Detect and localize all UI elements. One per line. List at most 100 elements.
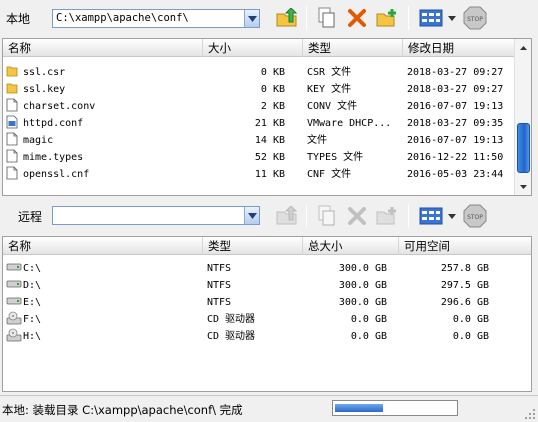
new-folder-icon: [376, 9, 396, 27]
file-name: charset.conv: [23, 101, 96, 112]
drive-free-space: 297.5 GB: [440, 280, 489, 291]
file-modified: 2016-07-07 19:13: [407, 135, 504, 146]
file-name: ssl.key: [23, 84, 66, 95]
file-name: httpd.conf: [23, 118, 84, 129]
column-header-size[interactable]: 大小: [203, 39, 303, 57]
file-size: 21 KB: [254, 118, 285, 129]
table-row[interactable]: openssl.cnf 11 KB CNF 文件 2016-05-03 23:44: [3, 166, 531, 183]
delete-x-icon: [348, 9, 366, 27]
remote-view-dropdown-arrow[interactable]: [446, 204, 458, 228]
remote-view-mode-button[interactable]: [418, 204, 444, 228]
status-text: 本地: 装载目录 C:\xampp\apache\conf\ 完成: [2, 403, 243, 417]
drive-type: CD 驱动器: [207, 314, 256, 325]
drive-total-size: 300.0 GB: [338, 280, 387, 291]
table-row[interactable]: F:\ CD 驱动器 0.0 GB 0.0 GB: [3, 311, 531, 328]
drive-free-space: 257.8 GB: [440, 263, 489, 274]
drive-name: H:\: [23, 331, 42, 342]
drive-total-size: 300.0 GB: [338, 263, 387, 274]
drive-free-space: 0.0 GB: [452, 331, 489, 342]
table-row[interactable]: ssl.key 0 KB KEY 文件 2018-03-27 09:27: [3, 81, 531, 98]
folder-icon: [6, 81, 22, 98]
local-file-list[interactable]: 名称 大小 类型 修改日期 ssl.csr 0 KB CSR 文件 2018-03-2…: [2, 38, 532, 196]
scroll-down-arrow[interactable]: [516, 179, 531, 194]
drive-total-size: 0.0 GB: [350, 314, 387, 325]
table-row[interactable]: charset.conv 2 KB CONV 文件 2016-07-07 19:13: [3, 98, 531, 115]
file-size: 2 KB: [260, 101, 285, 112]
cd-drive-icon: [6, 311, 24, 328]
table-row[interactable]: H:\ CD 驱动器 0.0 GB 0.0 GB: [3, 328, 531, 345]
file-modified: 2016-07-07 19:13: [407, 101, 504, 112]
column-header-free-space[interactable]: 可用空间: [399, 237, 531, 255]
chevron-up-icon: [520, 45, 527, 50]
file-name: ssl.csr: [23, 67, 66, 78]
local-path-combo[interactable]: C:\xampp\apache\conf\: [52, 9, 260, 28]
remote-path-combo[interactable]: [52, 206, 260, 225]
table-row[interactable]: E:\ NTFS 300.0 GB 296.6 GB: [3, 294, 531, 311]
file-modified: 2018-03-27 09:27: [407, 84, 504, 95]
local-scrollbar[interactable]: [514, 39, 531, 195]
file-type: VMware DHCP...: [307, 118, 392, 129]
table-row[interactable]: magic 14 KB 文件 2016-07-07 19:13: [3, 132, 531, 149]
file-modified: 2016-12-22 11:50: [407, 152, 504, 163]
table-row[interactable]: mime.types 52 KB TYPES 文件 2016-12-22 11:50: [3, 149, 531, 166]
toolbar-separator: [306, 204, 307, 228]
delete-button[interactable]: [344, 6, 370, 30]
view-dropdown-arrow[interactable]: [446, 6, 458, 30]
toolbar-separator: [306, 6, 307, 30]
drive-type: NTFS: [207, 280, 232, 291]
column-header-name[interactable]: 名称: [3, 39, 203, 57]
drive-name: E:\: [23, 297, 42, 308]
stop-button[interactable]: STOP: [462, 6, 488, 30]
local-list-header: 名称 大小 类型 修改日期: [3, 39, 531, 57]
column-header-type[interactable]: 类型: [303, 39, 403, 57]
drive-name: F:\: [23, 314, 42, 325]
chevron-down-icon[interactable]: [244, 10, 259, 27]
file-type: 文件: [307, 135, 327, 146]
new-folder-icon: [376, 207, 396, 225]
table-row[interactable]: ssl.csr 0 KB CSR 文件 2018-03-27 09:27: [3, 64, 531, 81]
column-header-total-size[interactable]: 总大小: [303, 237, 399, 255]
drive-type: NTFS: [207, 297, 232, 308]
local-label: 本地: [6, 12, 31, 26]
remote-stop-button[interactable]: STOP: [462, 204, 488, 228]
table-row[interactable]: D:\ NTFS 300.0 GB 297.5 GB: [3, 277, 531, 294]
folder-icon: [6, 64, 22, 81]
svg-text:STOP: STOP: [467, 214, 483, 221]
chevron-down-icon: [448, 213, 456, 219]
local-toolbar: 本地 C:\xampp\apache\conf\ STOP: [0, 0, 538, 36]
table-row[interactable]: C:\ NTFS 300.0 GB 257.8 GB: [3, 260, 531, 277]
file-size: 52 KB: [254, 152, 285, 163]
remote-new-folder-button[interactable]: [374, 204, 400, 228]
file-name: openssl.cnf: [23, 169, 90, 180]
scroll-up-arrow[interactable]: [516, 40, 531, 55]
copy-icon: [318, 7, 335, 28]
remote-drive-list[interactable]: 名称 类型 总大小 可用空间 C:\ NTFS 300.0 GB 257.8 GB D:…: [2, 236, 532, 392]
chevron-down-icon[interactable]: [244, 207, 259, 224]
drive-type: CD 驱动器: [207, 331, 256, 342]
hard-drive-icon: [6, 294, 24, 311]
drive-total-size: 0.0 GB: [350, 331, 387, 342]
local-scroll-thumb[interactable]: [517, 123, 530, 173]
resize-grip-icon[interactable]: [524, 408, 536, 420]
progress-fill: [335, 404, 383, 412]
column-header-modified[interactable]: 修改日期: [403, 39, 515, 57]
parent-folder-button[interactable]: [274, 6, 300, 30]
column-header-type[interactable]: 类型: [203, 237, 303, 255]
remote-delete-button[interactable]: [344, 204, 370, 228]
table-row[interactable]: httpd.conf 21 KB VMware DHCP... 2018-03-27 …: [3, 115, 531, 132]
stop-icon: STOP: [463, 6, 487, 30]
local-path-value[interactable]: C:\xampp\apache\conf\: [56, 12, 189, 24]
view-mode-button[interactable]: [418, 6, 444, 30]
file-name: mime.types: [23, 152, 84, 163]
view-list-icon: [419, 207, 443, 225]
file-size: 11 KB: [254, 169, 285, 180]
column-header-name[interactable]: 名称: [3, 237, 203, 255]
remote-copy-button[interactable]: [314, 204, 340, 228]
new-folder-button[interactable]: [374, 6, 400, 30]
file-type: TYPES 文件: [307, 152, 364, 163]
file-icon: [6, 98, 22, 115]
drive-type: NTFS: [207, 263, 232, 274]
copy-button[interactable]: [314, 6, 340, 30]
file-icon: [6, 166, 22, 183]
remote-parent-folder-button[interactable]: [274, 204, 300, 228]
